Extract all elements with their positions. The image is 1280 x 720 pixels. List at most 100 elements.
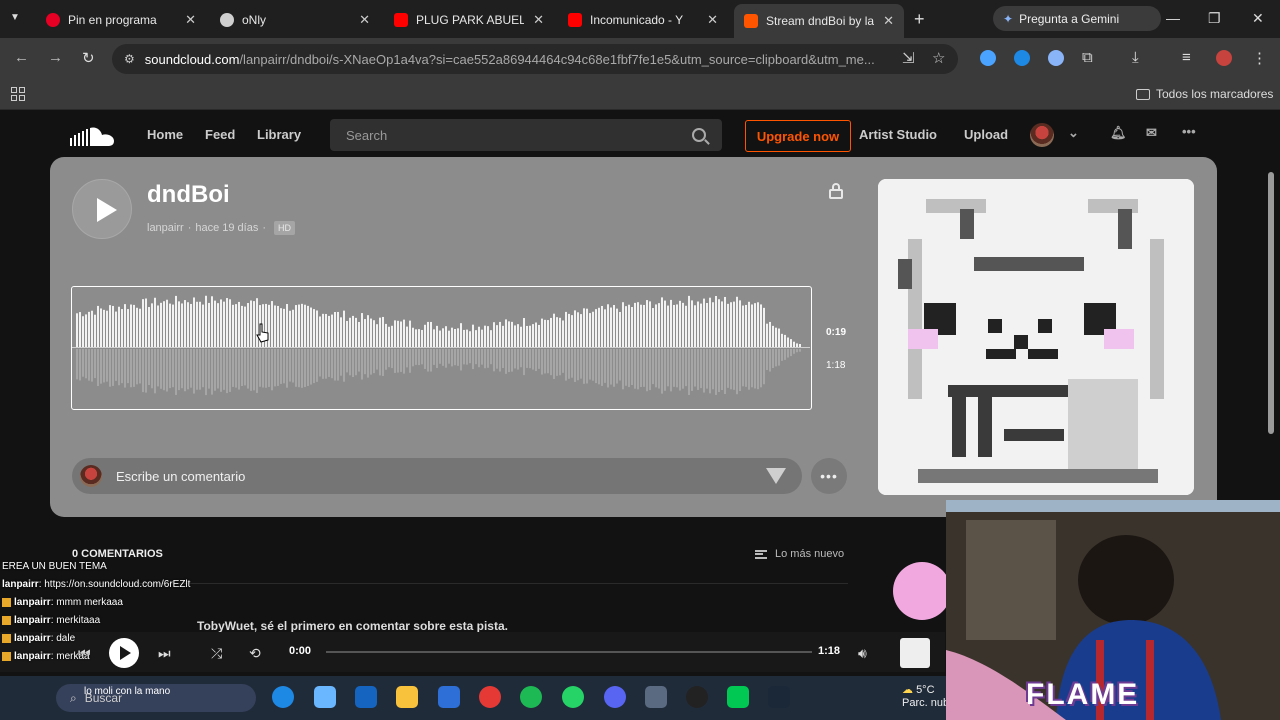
waveform-reflection-bar <box>397 349 399 373</box>
tab-pinterest[interactable]: Pin en programa ✕ <box>36 6 206 34</box>
waveform-reflection-bar <box>115 349 117 381</box>
discord-icon[interactable] <box>604 686 626 708</box>
file-explorer-icon[interactable] <box>396 686 418 708</box>
waveform-bar <box>352 315 354 347</box>
maximize-icon[interactable]: ❐ <box>1208 10 1221 27</box>
new-tab-icon[interactable]: + <box>914 9 925 30</box>
edge-icon[interactable] <box>272 686 294 708</box>
waveform-bar <box>466 329 468 347</box>
extension-icon[interactable] <box>1014 50 1030 66</box>
waveform-reflection-bar <box>460 349 462 371</box>
chrome-icon[interactable] <box>479 686 501 708</box>
obs-icon[interactable] <box>686 686 708 708</box>
gemini-button[interactable]: ✦ Pregunta a Gemini <box>993 6 1161 31</box>
sidebar-avatar[interactable] <box>893 562 951 620</box>
extension-icon[interactable] <box>1048 50 1064 66</box>
outlook-icon[interactable] <box>355 686 377 708</box>
waveform-bar <box>790 339 792 347</box>
nav-feed[interactable]: Feed <box>205 127 235 142</box>
waveform-reflection-bar <box>658 349 660 389</box>
forward-icon[interactable]: → <box>48 49 63 66</box>
store-icon[interactable] <box>438 686 460 708</box>
shuffle-icon[interactable]: ⤮ <box>211 645 222 662</box>
waveform-reflection-bar <box>532 349 534 370</box>
user-avatar[interactable] <box>1030 123 1054 147</box>
soundcloud-logo-icon[interactable] <box>70 126 118 148</box>
extensions-puzzle-icon[interactable]: ⧉ <box>1082 49 1093 66</box>
waveform-bar <box>448 330 450 347</box>
waveform-bar <box>325 313 327 347</box>
address-bar[interactable]: ⚙ soundcloud.com /lanpairr/dndboi/s-XNae… <box>112 44 958 74</box>
waveform[interactable] <box>71 286 812 410</box>
more-options-icon[interactable]: ••• <box>1182 124 1196 139</box>
extension-icon[interactable] <box>980 50 996 66</box>
bookmark-star-icon[interactable]: ☆ <box>932 49 945 67</box>
settings-icon[interactable] <box>645 686 667 708</box>
search-input[interactable]: Search <box>330 119 722 151</box>
volume-icon[interactable]: 🔊︎ <box>858 645 867 662</box>
spotify-icon[interactable] <box>520 686 542 708</box>
tab-search-icon[interactable]: ▼ <box>10 12 20 23</box>
cover-art[interactable] <box>878 179 1194 495</box>
steam-icon[interactable] <box>768 686 790 708</box>
waveform-reflection-bar <box>712 349 714 390</box>
waveform-bar <box>322 313 324 347</box>
download-icon[interactable]: ⤓ <box>1132 49 1139 66</box>
close-icon[interactable]: ✕ <box>883 13 894 29</box>
waveform-reflection-bar <box>250 349 252 391</box>
comment-input[interactable]: Escribe un comentario <box>72 458 802 494</box>
waveform-bar <box>484 325 486 347</box>
close-icon[interactable]: ✕ <box>359 12 370 28</box>
all-bookmarks-button[interactable]: Todos los marcadores <box>1136 87 1273 101</box>
play-button[interactable] <box>72 179 132 239</box>
tab-youtube-2[interactable]: Incomunicado - Y ✕ <box>558 6 728 34</box>
repeat-icon[interactable]: ⟲ <box>249 645 261 662</box>
weather-widget[interactable]: ☁ 5°C Parc. nub <box>902 684 949 710</box>
scrollbar-thumb[interactable] <box>1268 172 1274 434</box>
nav-home[interactable]: Home <box>147 127 183 142</box>
copilot-icon[interactable] <box>314 686 336 708</box>
sort-dropdown[interactable]: Lo más nuevo <box>755 548 844 560</box>
whatsapp-icon[interactable] <box>562 686 584 708</box>
upload-link[interactable]: Upload <box>964 127 1008 142</box>
chevron-down-icon[interactable]: ⌄ <box>1068 125 1079 141</box>
waveform-bar <box>460 323 462 347</box>
site-settings-icon[interactable]: ⚙ <box>124 52 135 66</box>
waveform-reflection-bar <box>553 349 555 379</box>
install-app-icon[interactable]: ⇲ <box>902 49 915 67</box>
tab-soundcloud[interactable]: Stream dndBoi by lan ✕ <box>734 4 904 38</box>
more-actions-button[interactable]: ••• <box>811 458 847 494</box>
artist-link[interactable]: lanpairr <box>147 222 184 234</box>
waveform-bar <box>532 324 534 347</box>
progress-bar[interactable] <box>326 651 812 653</box>
close-icon[interactable]: ✕ <box>185 12 196 28</box>
close-icon[interactable]: ✕ <box>533 12 544 28</box>
messages-mail-icon[interactable]: ✉ <box>1146 125 1157 141</box>
minimize-icon[interactable]: — <box>1166 10 1180 26</box>
waveform-reflection-bar <box>406 349 408 368</box>
reload-icon[interactable]: ↻ <box>82 49 95 67</box>
waveform-reflection-bar <box>334 349 336 381</box>
nav-library[interactable]: Library <box>257 127 301 142</box>
back-icon[interactable]: ← <box>14 49 29 66</box>
kick-icon[interactable] <box>727 686 749 708</box>
upgrade-button[interactable]: Upgrade now <box>745 120 851 152</box>
waveform-bars[interactable] <box>72 287 810 408</box>
profile-avatar[interactable] <box>1216 50 1232 66</box>
search-icon[interactable] <box>692 128 706 142</box>
close-icon[interactable]: ✕ <box>707 12 718 28</box>
now-playing-thumbnail[interactable] <box>900 638 930 668</box>
waveform-reflection-bar <box>751 349 753 388</box>
apps-grid-icon[interactable] <box>11 87 25 101</box>
browser-menu-icon[interactable]: ⋮ <box>1252 49 1267 67</box>
meta-separator: · <box>187 222 192 234</box>
media-controls-icon[interactable]: ≡ <box>1182 49 1191 66</box>
send-icon[interactable] <box>766 468 786 484</box>
artist-studio-link[interactable]: Artist Studio <box>859 127 937 142</box>
tab-only[interactable]: oNly ✕ <box>210 6 380 34</box>
notifications-bell-icon[interactable]: 🔔︎ <box>1110 125 1127 141</box>
tab-youtube-1[interactable]: PLUG PARK ABUELO - ✕ <box>384 6 554 34</box>
page-scrollbar[interactable] <box>1266 158 1276 498</box>
waveform-bar <box>226 298 228 347</box>
window-close-icon[interactable]: ✕ <box>1252 10 1264 27</box>
